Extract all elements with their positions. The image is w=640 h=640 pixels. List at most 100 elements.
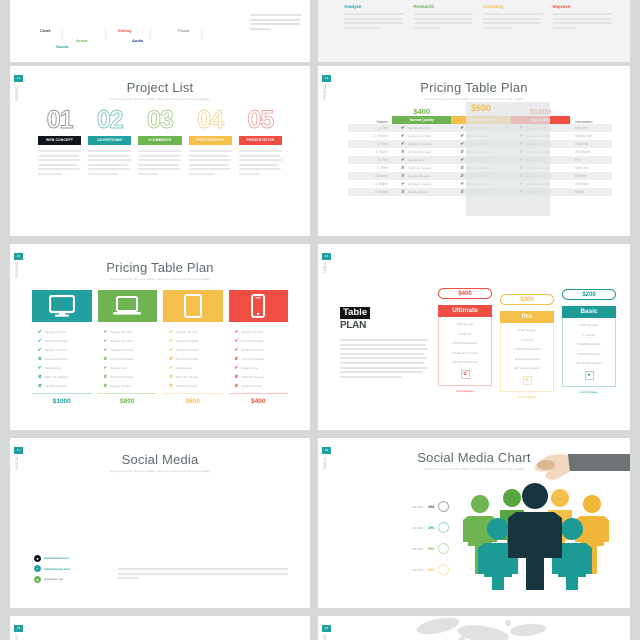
slide-badge: 19 xyxy=(14,625,23,632)
project-item-05[interactable]: 05 PRESENTATION xyxy=(238,107,283,178)
project-number: 04 xyxy=(197,106,225,134)
cross-icon: ✘ xyxy=(234,373,239,379)
check-icon: ✔ xyxy=(169,328,173,334)
plan-header-normal[interactable]: Normal Quality xyxy=(392,116,452,124)
project-item-02[interactable]: 02 ADVERTISING xyxy=(88,107,132,178)
project-item-04[interactable]: 04 PHOTOGRAPHY xyxy=(188,106,232,178)
slide-thumbnail-next-left[interactable]: 19 NEXT xyxy=(10,616,310,640)
cell-text: Sample Nineth xyxy=(407,190,428,194)
slide-thumbnail-pricing-table[interactable]: 14 PRICING Pricing Table Plan dummy text… xyxy=(318,66,630,236)
cell-text: Second Info Data xyxy=(407,134,431,138)
slide-thumbnail-pricing-devices[interactable]: 15 PRICING Pricing Table Plan dummy text… xyxy=(10,244,310,430)
slide-badge: 20 xyxy=(322,625,331,632)
cross-icon: ✘ xyxy=(234,355,239,361)
slide-thumbnail-four-columns[interactable]: 12 STRATEGY Analyze Research Sourcing xyxy=(318,0,630,62)
legend-percent: 20% xyxy=(428,567,435,572)
slide-badge: 17 xyxy=(14,447,23,454)
check-icon: ✔ xyxy=(103,337,108,343)
plan-card[interactable]: $400 Ultimate 4GB Storage 2 Clients 150GB Ba… xyxy=(438,288,492,393)
slide-badge: 15 xyxy=(14,253,23,260)
project-item-03[interactable]: 03 eCOMMERCE xyxy=(138,107,182,178)
column-sourcing[interactable]: Sourcing xyxy=(483,4,543,31)
list-item: ✘ Sixth Info Sample xyxy=(229,372,289,381)
plan-name: Basic xyxy=(562,306,616,318)
process-diagram-svg xyxy=(61,30,203,39)
column-research[interactable]: Research xyxy=(413,4,473,31)
feature-text: Second Info Data xyxy=(175,338,199,343)
contact-website[interactable]: ● www.avanza.com xyxy=(34,554,106,562)
plan-card[interactable]: $200 Basic 2GB Storage 1 Clients 50GB Bandwi… xyxy=(562,289,616,394)
cross-icon: ✘ xyxy=(460,148,465,154)
project-body xyxy=(138,150,182,175)
column-analyze[interactable]: Analyze xyxy=(344,4,404,31)
feature-text: Sixth Info Sample xyxy=(175,374,199,379)
rocket-icon[interactable]: ➤ xyxy=(522,375,532,385)
feature-text: Sample Five xyxy=(175,365,192,370)
slide-thumbnail-social-media-chart[interactable]: 18 SOCIAL Social Media Chart dummy text … xyxy=(318,438,630,608)
pricing-column[interactable]: ✔ Sample Info One ✔ Second Info Data ✔ Sample… xyxy=(97,290,158,405)
pricing-column[interactable]: ✔ Sample Info One ✔ Second Info Data ✔ Sample… xyxy=(32,290,92,405)
social-media-paragraph xyxy=(118,568,288,582)
table-cell: ✔Sample Five xyxy=(392,157,451,163)
list-item: ✔ Sample Info One xyxy=(98,327,158,336)
legend-item: 300.000 : 30% xyxy=(390,538,450,559)
feature-text: 5 Email Accounts xyxy=(577,351,601,356)
feature-text: Sixth Info Sample xyxy=(110,374,134,379)
gear-icon[interactable]: ✿ xyxy=(460,369,470,379)
feature-text: Sixth Info Sample xyxy=(241,374,265,379)
slide-badge: 14 xyxy=(322,75,331,82)
contact-email[interactable]: ▪ mail@avanza.com xyxy=(34,565,106,572)
cross-icon: ✘ xyxy=(103,355,108,361)
pricing-column[interactable]: ✔ Sample Info One ✔ Second Info Data ✔ Sample… xyxy=(228,290,289,405)
slide-thumbnail-table-plan[interactable]: 16 TABLE Table PLAN $400 Ultimate 4GB Stor… xyxy=(318,244,630,430)
feature-text: 24/7 Email Support xyxy=(575,361,603,365)
column-price: $600 xyxy=(163,393,223,405)
slide-thumbnail-process-diagram[interactable]: 11 PROCESS Chart Arrow Editing Photo Sou… xyxy=(10,0,310,62)
list-item: ✔ Sample Five xyxy=(163,363,223,372)
feature-text: 100GB Bandwidth xyxy=(514,347,540,351)
list-item: ✔ Sample Info One xyxy=(163,327,223,336)
table-cell: ✔Info Eight Sample xyxy=(392,181,451,187)
slide-thumbnail-social-media[interactable]: 17 SOCIAL Social Media dummy text ever s… xyxy=(10,438,310,608)
column-improve[interactable]: Improve xyxy=(552,4,612,31)
plan-note[interactable]: Get Packages xyxy=(500,395,554,399)
legend-item: 200.000 : 20% xyxy=(390,559,450,580)
check-icon: ✔ xyxy=(38,364,42,370)
project-item-01[interactable]: 01 WEB CONCEPT xyxy=(38,107,82,178)
row-subject: 3. Third xyxy=(377,142,388,146)
feature-text: 2 Clients xyxy=(458,331,472,336)
plan-card[interactable]: $300 Pro 3GB Storage 2 Clients 100GB Bandwid… xyxy=(500,294,554,399)
feature-text: 4GB Storage xyxy=(456,322,474,326)
row-information: Info One xyxy=(574,126,588,130)
list-item: ✔ Sample Info One xyxy=(229,327,289,336)
slide-deck-preview: 11 PROCESS Chart Arrow Editing Photo Sou… xyxy=(0,0,640,640)
project-tag: PRESENTATION xyxy=(238,136,283,145)
list-item: ✔ Sample Third Info xyxy=(32,345,92,354)
legend-value: 400.000 : xyxy=(412,525,424,530)
check-icon: ✔ xyxy=(169,364,173,370)
pricing-column[interactable]: ✔ Sample Info One ✔ Second Info Data ✔ Sample… xyxy=(163,290,223,405)
plan-note[interactable]: Get Packages xyxy=(438,389,492,393)
feature-text: Info Fourth Detail xyxy=(241,356,264,361)
list-item: ✘ Sample Seventh xyxy=(163,381,223,390)
cross-icon: ✘ xyxy=(169,355,173,361)
contact-social[interactable]: ● @avanza_ppt xyxy=(34,575,106,583)
slide-thumbnail-project-list[interactable]: 13 PROJECT Project List dummy text ever … xyxy=(10,66,310,236)
feature-text: 2GB Storage xyxy=(580,323,598,327)
process-node-label-audio: Audio xyxy=(132,38,144,43)
feature-text: Sample Third Info xyxy=(241,347,265,352)
feature-text: Info Fourth Detail xyxy=(175,356,199,361)
row-subject: 7. Seventh xyxy=(372,174,388,178)
slide-vertical-label: MAP xyxy=(323,634,327,640)
slide-thumbnail-next-right[interactable]: 20 MAP xyxy=(318,616,630,640)
process-node-label-arrow: Arrow xyxy=(76,38,88,43)
table-cell: ✔Second Info Data xyxy=(392,133,451,139)
check-icon: ✔ xyxy=(103,328,108,334)
check-icon: ✔ xyxy=(38,328,42,334)
star-icon[interactable]: ★ xyxy=(584,370,594,380)
plan-note[interactable]: Get Packages xyxy=(562,390,616,394)
slide-vertical-label: PRICING xyxy=(323,84,327,100)
row-subject: 5. Five xyxy=(378,158,388,162)
column-title: Research xyxy=(413,4,435,9)
cross-icon: ✘ xyxy=(103,373,108,379)
